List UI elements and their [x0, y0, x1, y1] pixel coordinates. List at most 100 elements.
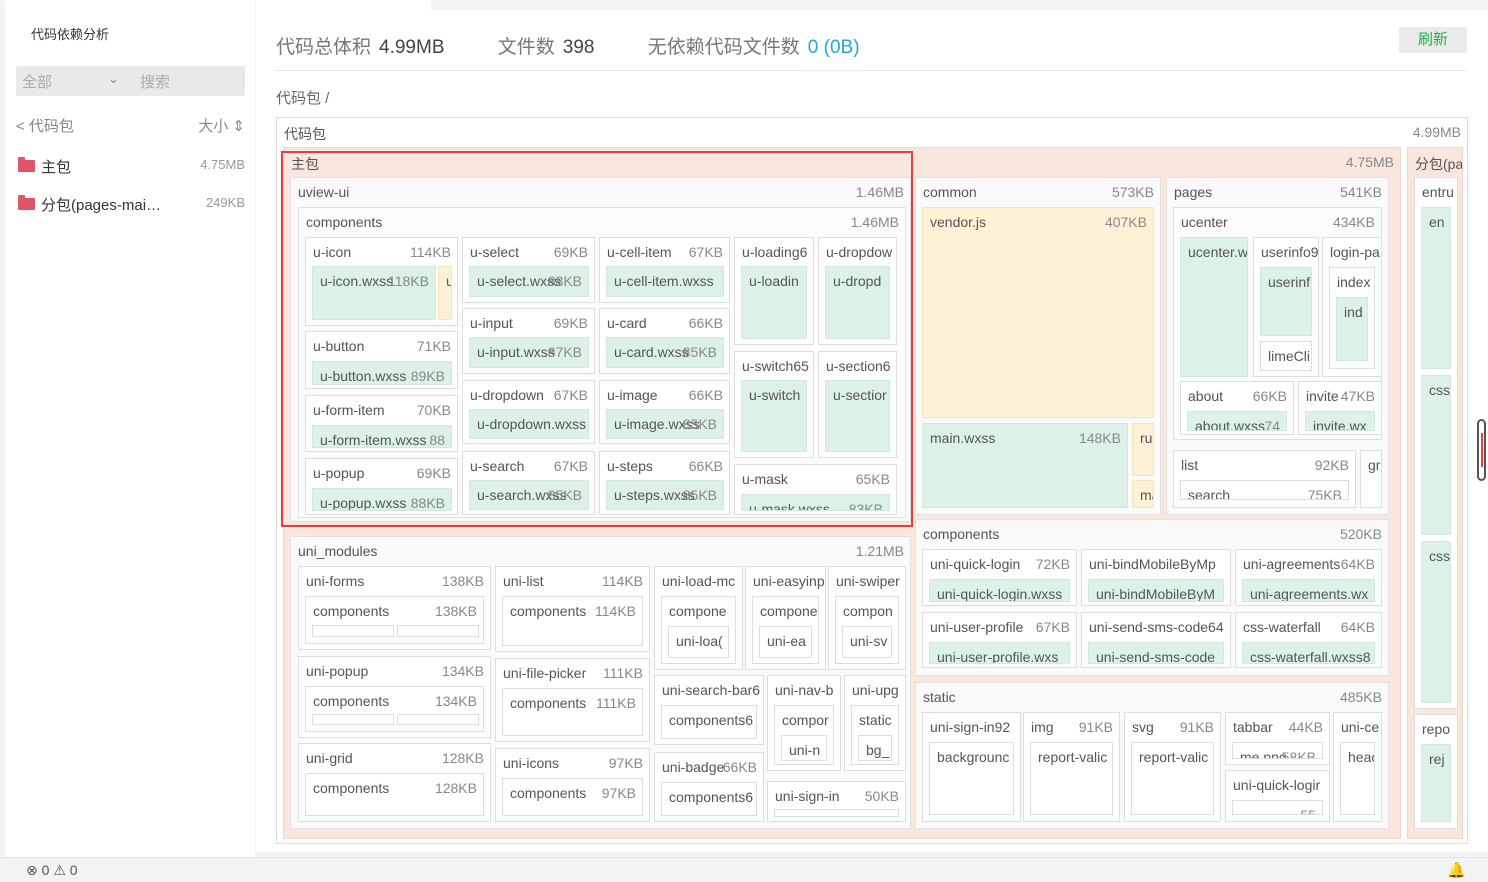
- treemap-node-ulsc[interactable]: components 114KB: [502, 596, 643, 646]
- sort-by-size-button[interactable]: 大小 ⇕: [198, 115, 245, 136]
- treemap-node-size: 138KB: [434, 603, 477, 619]
- treemap-node-ucew[interactable]: heac: [1340, 742, 1375, 815]
- back-to-packages-link[interactable]: < 代码包: [16, 115, 74, 136]
- treemap-node-aboutw[interactable]: about.wxss 74: [1187, 411, 1287, 431]
- no-dependency-value[interactable]: 0 (0B): [808, 37, 860, 58]
- treemap-node-ugrc[interactable]: components 128KB: [305, 773, 484, 816]
- treemap-node-tabw[interactable]: me.png 58KB: [1232, 742, 1323, 759]
- treemap-node-uppb1[interactable]: [312, 714, 394, 725]
- treemap-node-label: components: [510, 785, 587, 801]
- bell-icon[interactable]: 🔔: [1447, 861, 1466, 879]
- treemap-node-uqlw[interactable]: uni-quick-login.wxss: [929, 579, 1070, 602]
- treemap-node-mainw[interactable]: main.wxss 148KB: [922, 423, 1128, 508]
- treemap-node-label: search: [1188, 487, 1231, 500]
- treemap-node-label: repo: [1422, 721, 1451, 737]
- treemap-node-size: 97KB: [601, 785, 636, 801]
- treemap-node-size: 128KB: [434, 780, 477, 796]
- file-count-label: 文件数: [497, 37, 555, 58]
- treemap-node-ussw[interactable]: uni-send-sms-code: [1088, 642, 1224, 664]
- treemap-node-idxw[interactable]: ind: [1336, 297, 1368, 361]
- treemap-node-size: 520KB: [1339, 526, 1382, 542]
- treemap-node-label: css-waterfall.wxss8: [1250, 649, 1371, 664]
- treemap-node-entryg[interactable]: en: [1421, 207, 1451, 369]
- treemap-node-ubdc[interactable]: components6: [661, 782, 757, 816]
- treemap-node-usiw[interactable]: backgrounc: [929, 742, 1014, 815]
- treemap-node-listw[interactable]: search 75KB: [1180, 480, 1349, 500]
- treemap-node-uagw[interactable]: uni-agreements.wx: [1242, 579, 1375, 602]
- treemap-node-size: 4.75MB: [1345, 154, 1394, 170]
- treemap-node-label: limeCli: [1268, 348, 1310, 364]
- treemap-node-uicc[interactable]: components 97KB: [502, 778, 643, 816]
- folder-icon: [18, 195, 35, 210]
- treemap-node-vendor[interactable]: vendor.js 407KB: [922, 207, 1154, 418]
- treemap-node-label: components6: [669, 712, 754, 728]
- treemap-node-label: userinfo9: [1261, 244, 1319, 260]
- treemap-node-label: uni-badge: [662, 759, 725, 775]
- treemap-node-label: uni-sign-in: [775, 788, 840, 804]
- treemap-node-grid[interactable]: gri: [1360, 450, 1382, 508]
- treemap-node-uugcc[interactable]: bg_: [858, 735, 892, 761]
- refresh-button[interactable]: 刷新: [1399, 27, 1467, 53]
- sidebar-item-label: 主包: [41, 159, 72, 176]
- sidebar: 代码依赖分析 全部 ⌄ 搜索 < 代码包 大小 ⇕ 主包 4.75MB 分包(p…: [5, 0, 255, 857]
- scrollbar-thumb[interactable]: [1477, 419, 1486, 481]
- treemap-node-size: 44KB: [1288, 719, 1323, 735]
- treemap-node-label: uni-ea: [767, 633, 806, 649]
- treemap-node-ufpc[interactable]: components 111KB: [502, 688, 643, 736]
- treemap-node-size: 92KB: [1314, 457, 1349, 473]
- treemap-node-label: entru: [1422, 184, 1454, 200]
- treemap-node-size: 47KB: [1340, 388, 1375, 404]
- treemap-node-usgnb[interactable]: [774, 809, 899, 817]
- treemap-node-uinfow[interactable]: userinf: [1260, 267, 1312, 336]
- treemap-node-size: 64KB: [1340, 556, 1375, 572]
- treemap-node-label: uni-bindMobileByM: [1096, 586, 1216, 602]
- treemap-node-ucw[interactable]: ucenter.w: [1180, 237, 1248, 377]
- treemap-node-ufmb1[interactable]: [312, 625, 394, 637]
- treemap-node-label: report-valic: [1139, 749, 1209, 765]
- treemap-node-uppb2[interactable]: [397, 714, 479, 725]
- list-header: < 代码包 大小 ⇕: [16, 115, 245, 135]
- treemap-node-ma[interactable]: ma: [1132, 480, 1154, 508]
- treemap-node-ueicc[interactable]: uni-ea: [759, 626, 812, 658]
- chevron-down-icon[interactable]: ⌄: [108, 71, 119, 87]
- treemap-node-label: compone: [669, 603, 727, 619]
- breadcrumb[interactable]: 代码包 /: [276, 87, 329, 108]
- treemap-node-size: 91KB: [1078, 719, 1113, 735]
- treemap-node-lime[interactable]: limeCli: [1260, 341, 1312, 371]
- treemap-node-repog[interactable]: rej: [1421, 744, 1451, 822]
- treemap-node-uspcc[interactable]: uni-sv: [842, 626, 892, 658]
- treemap-node-unbcc[interactable]: uni-n: [781, 735, 827, 761]
- treemap-node-label: index: [1337, 274, 1371, 290]
- top-strip: [431, 0, 1488, 10]
- treemap-node-size: 4.99MB: [1412, 124, 1461, 140]
- treemap-node-size: 111KB: [603, 665, 643, 681]
- treemap-node-size: 407KB: [1104, 214, 1147, 230]
- treemap-node-usbc[interactable]: components6: [661, 705, 757, 739]
- treemap-node-uppc[interactable]: components 134KB: [305, 686, 484, 732]
- treemap-node-size: 541KB: [1339, 184, 1382, 200]
- treemap-node-size: 134KB: [434, 693, 477, 709]
- treemap-node-imgw[interactable]: report-valic: [1030, 742, 1113, 815]
- treemap-node-label: gri: [1368, 457, 1381, 473]
- treemap-node-uupw[interactable]: uni-user-profile.wxs: [929, 642, 1070, 664]
- search-input[interactable]: 搜索: [140, 71, 170, 92]
- treemap-node-cwfw[interactable]: css-waterfall.wxss8: [1242, 642, 1375, 664]
- treemap-node-label: uni-load-mc: [662, 573, 736, 589]
- scope-select[interactable]: 全部: [22, 71, 52, 92]
- treemap-node-css1[interactable]: css: [1421, 375, 1451, 535]
- problems-indicator[interactable]: ⊗ 0 ⚠ 0: [26, 862, 78, 879]
- treemap-node-label: static: [859, 712, 892, 728]
- sidebar-item-main-package[interactable]: 主包 4.75MB: [16, 155, 245, 177]
- sidebar-item-size: 249KB: [205, 195, 245, 210]
- treemap-node-css2[interactable]: css: [1421, 541, 1451, 703]
- treemap-node-ulmcc[interactable]: uni-loa(: [668, 626, 729, 658]
- treemap-node-label: uni-icons: [503, 755, 560, 771]
- treemap-node-ufmb2[interactable]: [397, 625, 479, 637]
- treemap-node-svgw[interactable]: report-valic: [1131, 742, 1214, 815]
- treemap-node-ubmw[interactable]: uni-bindMobileByM: [1088, 579, 1224, 602]
- treemap-node-uqlow[interactable]: 55: [1232, 800, 1323, 815]
- treemap-node-label: uni-user-profile.wxs: [937, 649, 1059, 664]
- treemap-node-run[interactable]: ru: [1132, 423, 1154, 476]
- treemap-node-invitew[interactable]: invite.wx: [1305, 411, 1375, 431]
- sidebar-item-subpackage[interactable]: 分包(pages-mai… 249KB: [16, 193, 245, 215]
